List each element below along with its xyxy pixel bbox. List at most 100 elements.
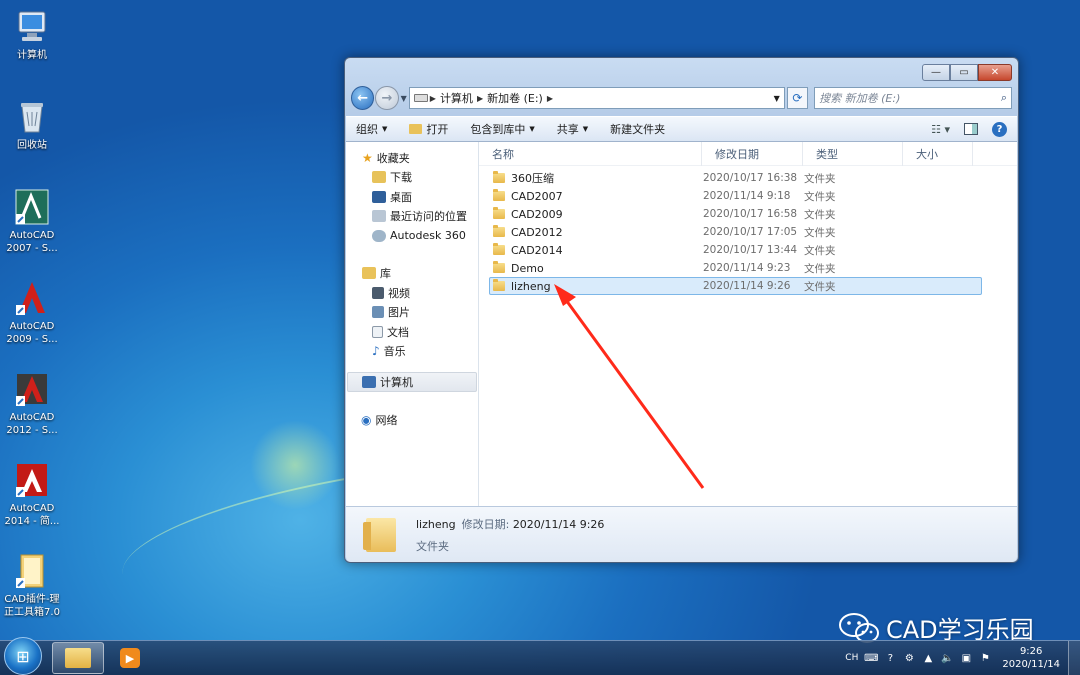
volume-icon[interactable]: 🔈 <box>941 652 953 664</box>
include-in-library-button[interactable]: 包含到库中 ▼ <box>470 121 534 137</box>
file-type: 文件夹 <box>804 172 836 185</box>
drive-icon <box>413 94 428 102</box>
command-bar: 组织 ▼ 打开 包含到库中 ▼ 共享 ▼ 新建文件夹 ☷ ▾ ? <box>346 116 1017 142</box>
desktop-icon-recycle-bin[interactable]: 回收站 <box>0 98 64 152</box>
help-tray-icon[interactable]: ? <box>884 652 896 664</box>
settings-tray-icon[interactable]: ⚙ <box>903 652 915 664</box>
folder-icon-large <box>363 517 396 552</box>
desktop-icon <box>372 190 386 203</box>
nav-recent-places[interactable]: 最近访问的位置 <box>346 207 478 227</box>
preview-pane-icon[interactable] <box>964 123 978 135</box>
table-row-selected[interactable]: lizheng 2020/11/14 9:26 文件夹 <box>489 277 982 295</box>
breadcrumb-drive-e[interactable]: 新加卷 (E:) <box>487 90 543 106</box>
network-tray-icon[interactable]: ▣ <box>960 652 972 664</box>
column-type[interactable]: 类型 <box>803 141 903 166</box>
desktop-icon-autocad-2014[interactable]: AutoCAD 2014 - 简... <box>0 461 64 528</box>
clock[interactable]: 9:26 2020/11/14 <box>1002 645 1060 671</box>
caret-down-icon: ▼ <box>382 125 388 133</box>
desktop-icon-autocad-2007[interactable]: AutoCAD 2007 - S... <box>0 188 64 255</box>
desktop-icon-autocad-2012[interactable]: AutoCAD 2012 - S... <box>0 370 64 437</box>
clock-date: 2020/11/14 <box>1002 659 1060 670</box>
table-row[interactable]: CAD2014 2020/10/17 13:44 文件夹 <box>489 241 982 259</box>
caret-down-icon: ▼ <box>529 125 535 133</box>
file-name: lizheng <box>511 279 551 293</box>
new-folder-button[interactable]: 新建文件夹 <box>610 121 665 137</box>
address-dropdown-icon[interactable]: ▼ <box>770 94 784 103</box>
taskbar-explorer-button[interactable] <box>52 642 104 674</box>
file-date: 2020/10/17 16:58 <box>703 208 798 220</box>
table-row[interactable]: CAD2009 2020/10/17 16:58 文件夹 <box>489 205 982 223</box>
view-options-icon[interactable]: ☷ ▾ <box>931 123 950 136</box>
start-button[interactable]: ⊞ <box>4 637 42 675</box>
search-input[interactable]: 搜索 新加卷 (E:) ⌕ <box>814 87 1013 109</box>
column-size[interactable]: 大小 <box>903 141 973 166</box>
close-button[interactable]: ✕ <box>978 64 1012 81</box>
nav-favorites[interactable]: ★ 收藏夹 <box>346 148 478 168</box>
chevron-right-icon[interactable]: ▶ <box>547 94 553 103</box>
column-date[interactable]: 修改日期 <box>702 141 803 166</box>
nav-autodesk-label: Autodesk 360 <box>390 229 466 243</box>
keyboard-icon[interactable]: ⌨ <box>864 652 878 664</box>
action-center-icon[interactable]: ⚑ <box>979 652 991 664</box>
documents-icon <box>372 325 383 338</box>
file-name: CAD2012 <box>511 225 563 239</box>
minimize-button[interactable]: — <box>922 64 950 81</box>
breadcrumb-computer[interactable]: 计算机 <box>440 90 473 106</box>
share-label: 共享 <box>556 123 579 136</box>
desktop-icon-computer[interactable]: 计算机 <box>0 8 64 62</box>
table-row[interactable]: CAD2007 2020/11/14 9:18 文件夹 <box>489 187 982 205</box>
new-folder-label: 新建文件夹 <box>610 123 666 136</box>
table-row[interactable]: Demo 2020/11/14 9:23 文件夹 <box>489 259 982 277</box>
chevron-right-icon[interactable]: ▶ <box>430 94 436 103</box>
show-hidden-icons[interactable]: ▲ <box>922 652 934 664</box>
nav-computer-label: 计算机 <box>380 375 413 389</box>
folder-icon <box>493 243 505 255</box>
maximize-button[interactable]: ▭ <box>950 64 978 81</box>
details-date-label: 修改日期: <box>461 517 510 531</box>
folder-icon <box>493 279 505 291</box>
nav-desktop[interactable]: 桌面 <box>346 187 478 207</box>
history-dropdown-icon[interactable]: ▼ <box>401 94 407 103</box>
nav-documents[interactable]: 文档 <box>346 322 478 342</box>
cad-plugin-icon <box>13 552 51 590</box>
nav-network[interactable]: ◉ 网络 <box>346 411 478 431</box>
file-date: 2020/10/17 13:44 <box>703 244 798 256</box>
address-bar[interactable]: ▶ 计算机 ▶ 新加卷 (E:) ▶ ▼ <box>408 87 785 109</box>
recycle-bin-icon <box>13 98 51 136</box>
file-name: Demo <box>511 261 544 275</box>
language-indicator[interactable]: CH <box>845 653 858 663</box>
file-type: 文件夹 <box>804 208 836 221</box>
column-name[interactable]: 名称 <box>479 141 702 166</box>
nav-libraries[interactable]: 库 <box>346 264 478 284</box>
forward-button[interactable]: → <box>375 86 399 110</box>
organize-button[interactable]: 组织 ▼ <box>356 121 387 137</box>
nav-computer[interactable]: 计算机 <box>347 372 477 392</box>
nav-pictures[interactable]: 图片 <box>346 303 478 323</box>
pictures-icon <box>372 306 384 319</box>
open-button[interactable]: 打开 <box>409 121 448 137</box>
help-icon[interactable]: ? <box>992 121 1007 137</box>
share-button[interactable]: 共享 ▼ <box>557 121 588 137</box>
show-desktop-button[interactable] <box>1068 640 1080 675</box>
network-icon: ◉ <box>361 413 372 428</box>
search-icon[interactable]: ⌕ <box>1001 91 1007 105</box>
nav-music[interactable]: ♪ 音乐 <box>346 342 478 362</box>
refresh-button[interactable]: ⟳ <box>786 87 809 109</box>
table-row[interactable]: CAD2012 2020/10/17 17:05 文件夹 <box>489 223 982 241</box>
nav-videos[interactable]: 视频 <box>346 283 478 303</box>
desktop-icon-autocad-2009[interactable]: AutoCAD 2009 - S... <box>0 279 64 346</box>
wechat-icon <box>838 612 880 644</box>
desktop-icon-cad-plugin[interactable]: CAD插件-理正工具箱7.0 <box>0 552 64 619</box>
chevron-right-icon[interactable]: ▶ <box>477 94 483 103</box>
nav-favorites-label: 收藏夹 <box>376 151 410 165</box>
file-list: 名称 修改日期 类型 大小 360压缩 2020/10/17 16:38 文件夹 C… <box>479 141 1017 506</box>
nav-libraries-label: 库 <box>380 267 391 281</box>
back-button[interactable]: ← <box>351 86 375 110</box>
taskbar-media-player-button[interactable]: ▶ <box>110 642 150 674</box>
organize-label: 组织 <box>356 123 378 136</box>
nav-autodesk-360[interactable]: Autodesk 360 <box>346 226 478 246</box>
nav-downloads[interactable]: 下载 <box>346 168 478 188</box>
table-row[interactable]: 360压缩 2020/10/17 16:38 文件夹 <box>489 169 982 187</box>
star-icon: ★ <box>362 150 373 165</box>
file-type: 文件夹 <box>804 262 836 275</box>
